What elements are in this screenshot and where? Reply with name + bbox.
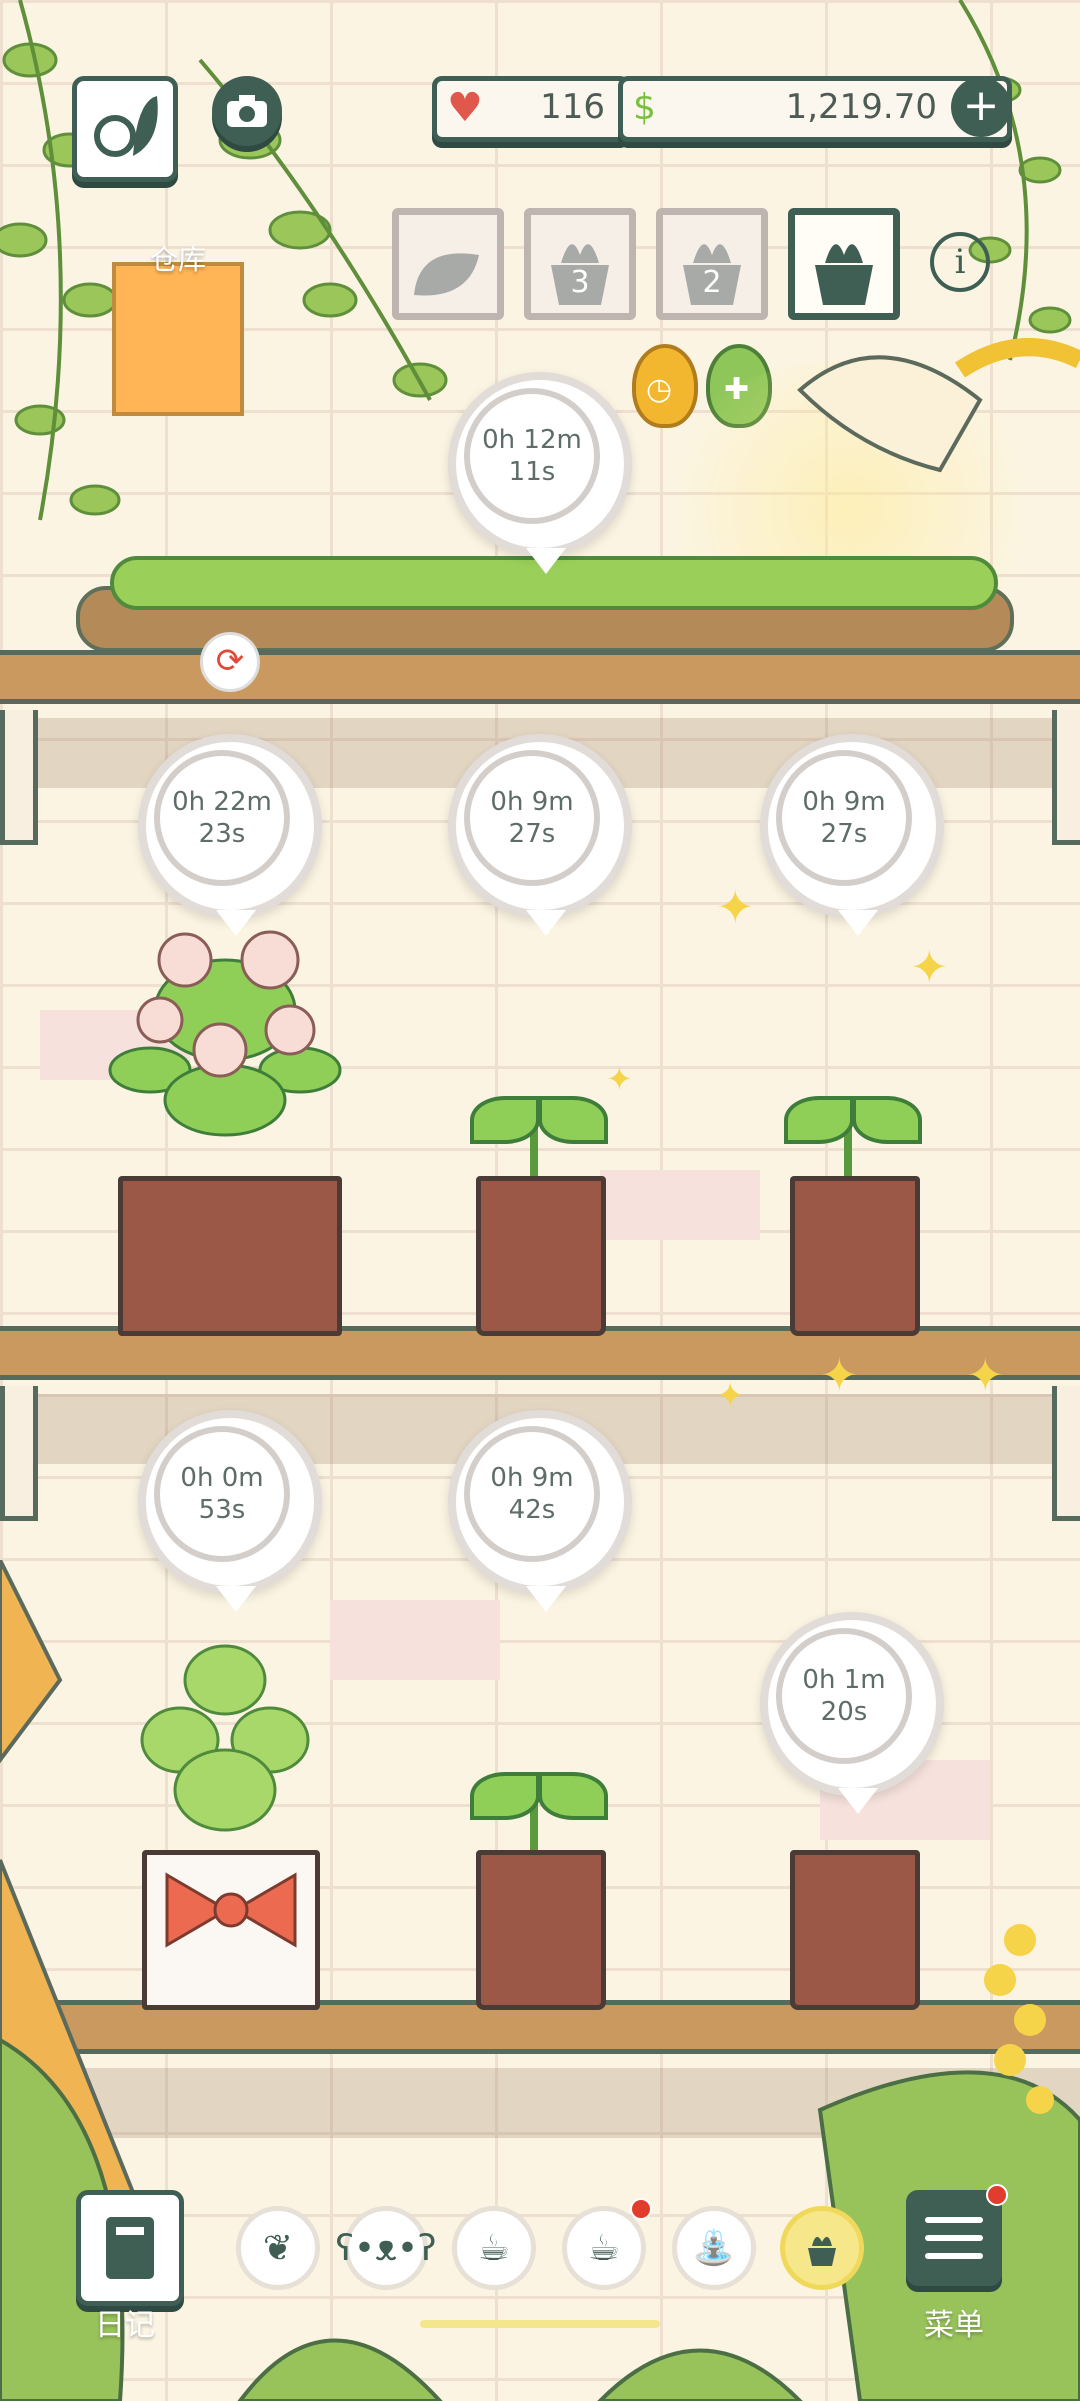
bear-icon: ʕ•ᴥ•ʔ <box>335 2228 437 2269</box>
plant-collection-button[interactable] <box>72 76 178 182</box>
slot-count: 2 <box>702 265 722 300</box>
sparkle: ✦ <box>716 1376 745 1416</box>
leaf-collection-icon <box>94 96 158 157</box>
watering-can-button[interactable]: ⛲ <box>672 2206 756 2290</box>
camera-button[interactable] <box>212 76 282 146</box>
timer-text: 0h 12m 11s <box>464 388 600 524</box>
plant-pot[interactable] <box>118 1176 342 1336</box>
book-icon <box>106 2217 154 2279</box>
wall-brick <box>600 1170 760 1240</box>
timer-text: 0h 9m 42s <box>464 1426 600 1562</box>
sprout-leaf <box>538 1096 608 1144</box>
seed-icon <box>414 253 479 296</box>
slot-count: 3 <box>570 265 590 300</box>
money-value: 1,219.70 <box>785 87 937 127</box>
watering-can-icon: ⛲ <box>692 2228 736 2268</box>
diary-label: 日记 <box>95 2308 155 2343</box>
timer-text: 0h 0m 53s <box>154 1426 290 1562</box>
sprout[interactable] <box>460 1090 610 1180</box>
money-icon: $ <box>633 87 656 128</box>
leaf-basket-icon: ❦ <box>262 2227 294 2269</box>
shelf <box>0 650 1080 704</box>
add-money-button[interactable]: + <box>951 77 1011 137</box>
shelf-bracket <box>1052 710 1080 845</box>
money-counter: $ 1,219.70 + <box>618 76 1012 142</box>
timer-bubble[interactable]: 0h 9m 27s <box>760 734 944 936</box>
rose-bush-icon <box>108 930 342 1137</box>
harvest-basket-button[interactable]: ❦ <box>236 2206 320 2290</box>
sprout-leaf <box>784 1096 854 1144</box>
menu-button[interactable] <box>906 2190 1002 2286</box>
cup-button-2[interactable]: ☕ <box>562 2206 646 2290</box>
menu-icon-line <box>925 2217 983 2223</box>
slot-pot-3[interactable]: 3 <box>524 208 636 320</box>
storage-box[interactable]: 仓库 <box>112 243 244 416</box>
home-indicator[interactable] <box>420 2320 660 2328</box>
timer-text: 0h 9m 27s <box>464 750 600 886</box>
plant-pot[interactable] <box>476 1176 606 1336</box>
timer-bubble-tray[interactable]: 0h 12m 11s <box>448 372 632 574</box>
hearts-counter: ♥ 116 <box>432 76 630 142</box>
slot-pot-selected[interactable] <box>788 208 900 320</box>
slot-pot-2[interactable]: 2 <box>656 208 768 320</box>
notification-dot <box>630 2198 652 2220</box>
pot-icon <box>815 244 873 305</box>
refresh-button[interactable]: ⟳ <box>200 632 260 692</box>
sprout[interactable] <box>774 1090 924 1180</box>
sparkle: ✦ <box>820 1348 859 1402</box>
sparkle: ✦ <box>716 880 755 934</box>
sparkle: ✦ <box>606 1060 633 1098</box>
sprout-leaf <box>852 1096 922 1144</box>
menu-icon-line <box>925 2235 983 2241</box>
cup-icon: ☕ <box>587 2227 621 2269</box>
heart-icon: ♥ <box>447 85 483 131</box>
timer-bubble[interactable]: 0h 22m 23s <box>138 734 322 936</box>
rose-plant[interactable] <box>100 900 350 1180</box>
sparkle: ✦ <box>910 940 949 994</box>
menu-icon-line <box>925 2253 983 2259</box>
timer-bubble[interactable]: 0h 9m 27s <box>448 734 632 936</box>
storage-label: 仓库 <box>149 243 206 276</box>
sparkle: ✦ <box>966 1348 1005 1402</box>
hearts-value: 116 <box>540 87 605 127</box>
cup-button-1[interactable]: ☕ <box>452 2206 536 2290</box>
sprout-leaf <box>470 1096 540 1144</box>
shelf-bracket <box>0 710 38 845</box>
shelf-bracket <box>0 1386 38 1521</box>
plant-icon <box>808 2236 836 2266</box>
bear-button[interactable]: ʕ•ᴥ•ʔ <box>335 2206 437 2290</box>
menu-label: 菜单 <box>924 2308 984 2343</box>
info-button[interactable]: i <box>930 232 990 292</box>
notification-dot <box>986 2184 1008 2206</box>
timer-text: 0h 22m 23s <box>154 750 290 886</box>
diary-button[interactable] <box>76 2190 184 2306</box>
shelf-bracket <box>1052 1386 1080 1521</box>
lamp <box>797 338 1080 473</box>
camera-icon <box>227 95 267 127</box>
slot-seed[interactable] <box>392 208 504 320</box>
timer-text: 0h 9m 27s <box>776 750 912 886</box>
cup-icon: ☕ <box>477 2227 511 2269</box>
plant-pot[interactable] <box>790 1176 920 1336</box>
plant-button[interactable] <box>780 2206 864 2290</box>
clock-icon: ◷ <box>646 372 673 407</box>
